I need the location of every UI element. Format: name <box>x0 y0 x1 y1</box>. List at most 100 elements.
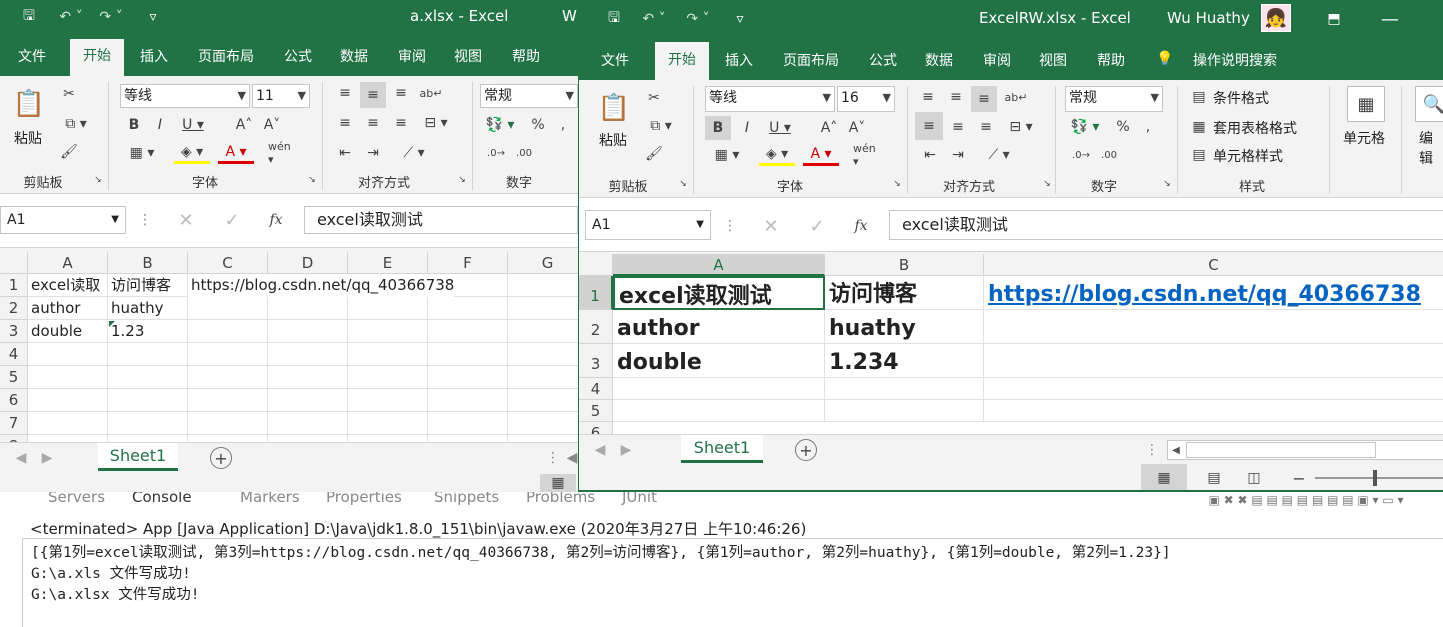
column-header[interactable]: A <box>613 254 825 276</box>
cell-b4[interactable] <box>825 378 984 400</box>
copy-icon[interactable]: ⧉ ▾ <box>643 116 679 136</box>
cell-a5[interactable] <box>613 400 825 422</box>
cells-button[interactable]: 单元格 <box>1343 128 1385 148</box>
column-header[interactable]: E <box>348 252 428 274</box>
sheet-tab-sheet1[interactable]: Sheet1 <box>98 443 178 471</box>
tab-view[interactable]: 视图 <box>1029 50 1077 70</box>
border-icon[interactable]: ▦ ▾ <box>709 144 745 166</box>
wrap-text-icon[interactable]: ab↵ <box>420 82 443 104</box>
column-header[interactable]: B <box>825 254 984 276</box>
clipboard-launcher-icon[interactable]: ↘ <box>92 174 104 186</box>
tab-data[interactable]: 数据 <box>915 50 963 70</box>
edit-button[interactable]: 编辑 <box>1419 128 1443 168</box>
paste-icon[interactable]: 📋 <box>597 88 631 128</box>
redo-icon[interactable]: ↷ ˅ <box>96 7 126 27</box>
row-header[interactable]: 5 <box>579 400 613 422</box>
formula-input[interactable]: excel读取测试 <box>304 206 578 234</box>
align-middle-icon[interactable]: ≡ <box>945 86 967 108</box>
minimize-icon[interactable]: — <box>1379 9 1401 30</box>
cell-c1[interactable]: https://blog.csdn.net/qq_40366738 <box>188 274 455 297</box>
user-name[interactable]: Wu Huathy <box>1167 9 1250 27</box>
page-break-view-icon[interactable]: ◫ <box>1241 464 1267 490</box>
zoom-slider-thumb[interactable] <box>1373 470 1377 486</box>
decrease-decimal-icon[interactable]: .00 <box>512 142 536 164</box>
cut-icon[interactable]: ✂ <box>643 88 665 108</box>
cancel-entry-icon[interactable]: ✕ <box>176 208 196 232</box>
cut-icon[interactable]: ✂ <box>58 84 80 104</box>
cell-b3[interactable]: 1.23 <box>108 320 188 343</box>
column-header[interactable]: G <box>508 252 578 274</box>
increase-indent-icon[interactable]: ⇥ <box>947 144 969 166</box>
select-all-corner[interactable] <box>0 252 28 274</box>
format-painter-icon[interactable]: 🖌 <box>643 144 665 164</box>
paste-label[interactable]: 粘贴 <box>599 130 627 150</box>
column-header[interactable]: F <box>428 252 508 274</box>
avatar[interactable]: 👧 <box>1261 4 1291 32</box>
border-icon[interactable]: ▦ ▾ <box>124 142 160 164</box>
undo-icon[interactable]: ↶ ˅ <box>639 9 669 29</box>
align-left-icon[interactable]: ≡ <box>334 112 356 134</box>
row-header[interactable]: 2 <box>0 297 28 320</box>
orientation-icon[interactable]: ⟋ ▾ <box>396 142 432 164</box>
tab-help[interactable]: 帮助 <box>1087 50 1135 70</box>
merge-center-icon[interactable]: ⊟ ▾ <box>418 112 454 134</box>
accounting-icon[interactable]: 💱 ▾ <box>482 114 518 136</box>
format-as-table-icon[interactable]: ▦ <box>1189 116 1209 138</box>
zoom-slider[interactable] <box>1315 470 1443 486</box>
row-header[interactable]: 5 <box>0 366 28 389</box>
align-left-icon[interactable]: ≡ <box>915 112 943 140</box>
tab-insert[interactable]: 插入 <box>130 46 178 66</box>
next-sheet-icon[interactable]: ▶ <box>40 448 54 468</box>
next-sheet-icon[interactable]: ▶ <box>619 440 633 460</box>
scroll-left-icon[interactable]: ◀ <box>1170 441 1182 459</box>
comma-icon[interactable]: , <box>556 114 570 136</box>
cell-c5[interactable] <box>984 400 1443 422</box>
tab-junit[interactable]: JUnit <box>622 492 657 506</box>
cell-c1[interactable]: https://blog.csdn.net/qq_40366738 <box>984 276 1443 310</box>
tell-me-search[interactable]: 操作说明搜索 <box>1185 50 1285 70</box>
merge-center-icon[interactable]: ⊟ ▾ <box>1003 116 1039 138</box>
select-all-corner[interactable] <box>579 254 613 276</box>
column-header[interactable]: D <box>268 252 348 274</box>
clipboard-launcher-icon[interactable]: ↘ <box>677 178 689 190</box>
confirm-entry-icon[interactable]: ✓ <box>807 214 827 238</box>
cell-b3[interactable]: 1.234 <box>825 344 984 378</box>
row-header[interactable]: 1 <box>0 274 28 297</box>
lightbulb-icon[interactable]: 💡 <box>1155 48 1175 70</box>
tab-formulas[interactable]: 公式 <box>274 46 322 66</box>
add-sheet-icon[interactable]: + <box>795 439 817 461</box>
cell-b2[interactable]: huathy <box>108 297 188 320</box>
tab-help[interactable]: 帮助 <box>502 46 550 66</box>
copy-icon[interactable]: ⧉ ▾ <box>58 114 94 134</box>
fill-color-icon[interactable]: ◈ ▾ <box>174 142 210 164</box>
bold-icon[interactable]: B <box>124 114 144 136</box>
cell-a3[interactable]: double <box>613 344 825 378</box>
decrease-indent-icon[interactable]: ⇤ <box>919 144 941 166</box>
italic-icon[interactable]: I <box>737 116 757 140</box>
tab-insert[interactable]: 插入 <box>715 50 763 70</box>
number-launcher-icon[interactable]: ↘ <box>1161 178 1173 190</box>
row-header[interactable]: 4 <box>0 343 28 366</box>
name-box[interactable]: A1 ▼ <box>585 210 711 240</box>
tab-file[interactable]: 文件 <box>8 46 56 66</box>
comma-icon[interactable]: , <box>1141 116 1155 138</box>
cell-a3[interactable]: double <box>28 320 108 343</box>
sheet-tab-sheet1[interactable]: Sheet1 <box>681 435 763 463</box>
increase-font-icon[interactable]: A˄ <box>234 114 254 136</box>
prev-sheet-icon[interactable]: ◀ <box>593 440 607 460</box>
ribbon-display-options-icon[interactable]: ⬒ <box>1323 9 1345 29</box>
font-color-icon[interactable]: A ▾ <box>218 142 254 164</box>
tab-page-layout[interactable]: 页面布局 <box>190 46 262 66</box>
cell-c3[interactable] <box>984 344 1443 378</box>
italic-icon[interactable]: I <box>150 114 170 136</box>
decrease-indent-icon[interactable]: ⇤ <box>334 142 356 164</box>
font-size-select[interactable]: 16 ▼ <box>837 86 895 112</box>
tab-home[interactable]: 开始 <box>70 39 124 76</box>
tab-data[interactable]: 数据 <box>330 46 378 66</box>
cell-b2[interactable]: huathy <box>825 310 984 344</box>
edit-search-icon[interactable]: 🔍 <box>1415 86 1443 122</box>
row-header[interactable]: 1 <box>579 276 613 310</box>
cell-b1[interactable]: 访问博客 <box>825 276 984 310</box>
number-format-select[interactable]: 常规 ▼ <box>480 84 578 108</box>
align-right-icon[interactable]: ≡ <box>390 112 412 134</box>
